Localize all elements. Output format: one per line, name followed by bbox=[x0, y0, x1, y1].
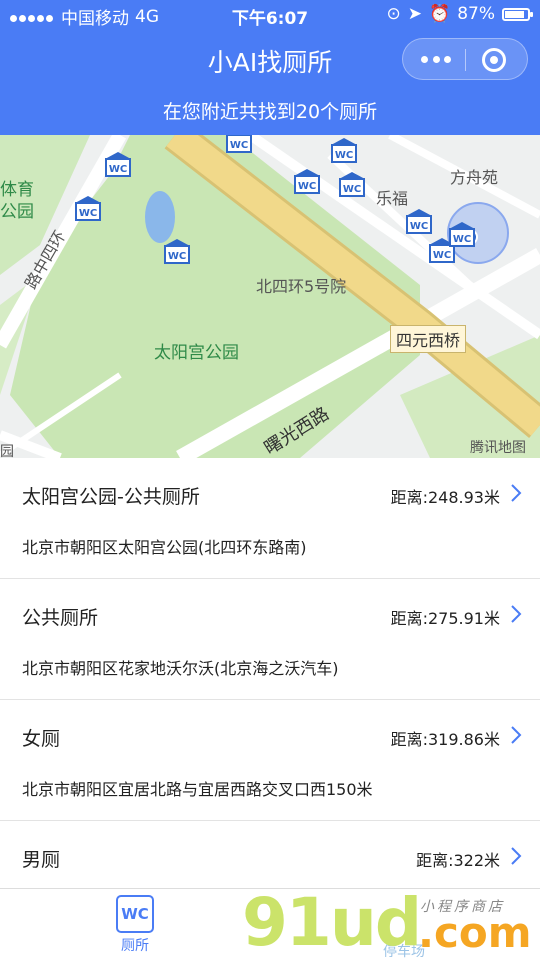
more-menu-icon[interactable] bbox=[421, 48, 451, 70]
item-address: 北京市朝阳区花家地沃尔沃(北京海之沃汽车) bbox=[22, 659, 339, 678]
list-item[interactable]: 女厕 距离:319.86米 北京市朝阳区宜居北路与宜居西路交叉口西150米 bbox=[0, 700, 540, 821]
map-label-bridge: 四元西桥 bbox=[390, 325, 467, 353]
map-label-park-left: 公园 bbox=[0, 202, 34, 222]
status-bar: 中国移动 4G 下午6:07 ⊙ ➤ ⏰ 87% bbox=[0, 0, 540, 30]
status-right: ⊙ ➤ ⏰ 87% bbox=[386, 4, 533, 24]
svg-text:WC: WC bbox=[230, 140, 248, 151]
watermark-suffix: .com bbox=[418, 908, 532, 957]
wc-pin-icon: WC bbox=[449, 222, 475, 247]
item-address: 北京市朝阳区太阳宫公园(北四环东路南) bbox=[22, 538, 307, 557]
wc-pin[interactable]: WC bbox=[74, 195, 102, 221]
svg-text:WC: WC bbox=[343, 184, 361, 195]
wc-pin-icon: WC bbox=[331, 138, 357, 163]
chevron-right-icon bbox=[511, 484, 522, 502]
item-distance: 距离:275.91米 bbox=[390, 609, 500, 628]
wc-pin-icon: WC bbox=[294, 169, 320, 194]
results-summary: 在您附近共找到20个厕所 bbox=[0, 90, 540, 135]
item-name: 女厕 bbox=[22, 728, 61, 750]
map-attribution: 腾讯地图 bbox=[470, 440, 526, 456]
wc-icon: WC bbox=[116, 895, 154, 933]
tab-label: 厕所 bbox=[121, 938, 149, 954]
item-name: 男厕 bbox=[22, 849, 61, 871]
capsule-divider bbox=[465, 49, 466, 71]
chevron-right-icon bbox=[511, 726, 522, 744]
svg-text:WC: WC bbox=[410, 221, 428, 232]
tab-toilets[interactable]: WC 厕所 bbox=[95, 895, 175, 955]
wc-pin[interactable]: WC bbox=[330, 137, 358, 163]
app-header: 小AI找厕所 bbox=[0, 30, 540, 90]
map-label-building: 北四环5号院 bbox=[256, 277, 347, 296]
wc-pin[interactable]: WC bbox=[293, 168, 321, 194]
alarm-icon: ⏰ bbox=[429, 4, 451, 24]
orientation-lock-icon: ⊙ bbox=[386, 4, 401, 24]
location-icon: ➤ bbox=[407, 4, 423, 24]
svg-text:WC: WC bbox=[79, 208, 97, 219]
toilet-list: 太阳宫公园-公共厕所 距离:248.93米 北京市朝阳区太阳宫公园(北四环东路南… bbox=[0, 458, 540, 891]
close-mini-program-icon[interactable] bbox=[482, 48, 506, 72]
item-distance: 距离:319.86米 bbox=[390, 730, 500, 749]
battery-icon bbox=[502, 7, 533, 21]
wc-pin-icon: WC bbox=[226, 135, 252, 153]
battery-percent: 87% bbox=[457, 4, 495, 24]
svg-text:WC: WC bbox=[168, 251, 186, 262]
item-name: 太阳宫公园-公共厕所 bbox=[22, 486, 200, 508]
wc-pin[interactable]: WC bbox=[448, 221, 476, 247]
wc-pin-icon: WC bbox=[164, 239, 190, 264]
svg-text:WC: WC bbox=[453, 234, 471, 245]
item-distance: 距离:322米 bbox=[416, 851, 500, 870]
wc-pin[interactable]: WC bbox=[338, 171, 366, 197]
map-label-area: 方舟苑 bbox=[450, 168, 499, 187]
item-distance: 距离:248.93米 bbox=[390, 488, 500, 507]
list-item[interactable]: 太阳宫公园-公共厕所 距离:248.93米 北京市朝阳区太阳宫公园(北四环东路南… bbox=[0, 458, 540, 579]
wc-pin-icon: WC bbox=[339, 172, 365, 197]
item-name: 公共厕所 bbox=[22, 607, 99, 629]
svg-text:WC: WC bbox=[335, 150, 353, 161]
battery-fill bbox=[505, 10, 524, 18]
chevron-right-icon bbox=[511, 605, 522, 623]
watermark: 91ud 小程序商店 .com bbox=[240, 884, 540, 960]
list-item[interactable]: 公共厕所 距离:275.91米 北京市朝阳区花家地沃尔沃(北京海之沃汽车) bbox=[0, 579, 540, 700]
svg-text:WC: WC bbox=[298, 181, 316, 192]
wc-pin[interactable]: WC bbox=[104, 151, 132, 177]
wc-pin-icon: WC bbox=[105, 152, 131, 177]
watermark-logo: 91ud bbox=[242, 884, 422, 960]
wc-pin[interactable]: WC bbox=[163, 238, 191, 264]
svg-text:WC: WC bbox=[109, 164, 127, 175]
wc-pin-icon: WC bbox=[75, 196, 101, 221]
map-label-park: 太阳宫公园 bbox=[154, 343, 239, 363]
mini-program-capsule bbox=[402, 38, 528, 80]
item-address: 北京市朝阳区宜居北路与宜居西路交叉口西150米 bbox=[22, 780, 373, 799]
wc-pin-icon: WC bbox=[406, 209, 432, 234]
list-item[interactable]: 男厕 距离:322米 bbox=[0, 821, 540, 891]
wc-pin[interactable]: WC bbox=[405, 208, 433, 234]
wc-pin[interactable]: WC bbox=[225, 135, 253, 153]
chevron-right-icon bbox=[511, 847, 522, 865]
svg-text:WC: WC bbox=[433, 250, 451, 261]
map-label-bottom-left: 园 bbox=[0, 444, 14, 458]
map-view[interactable]: 体育 公园 路中四环 太阳宫公园 北四环5号院 方舟苑 乐福 曙光西路 园 腾讯… bbox=[0, 135, 540, 458]
map-label-store: 乐福 bbox=[376, 189, 409, 208]
